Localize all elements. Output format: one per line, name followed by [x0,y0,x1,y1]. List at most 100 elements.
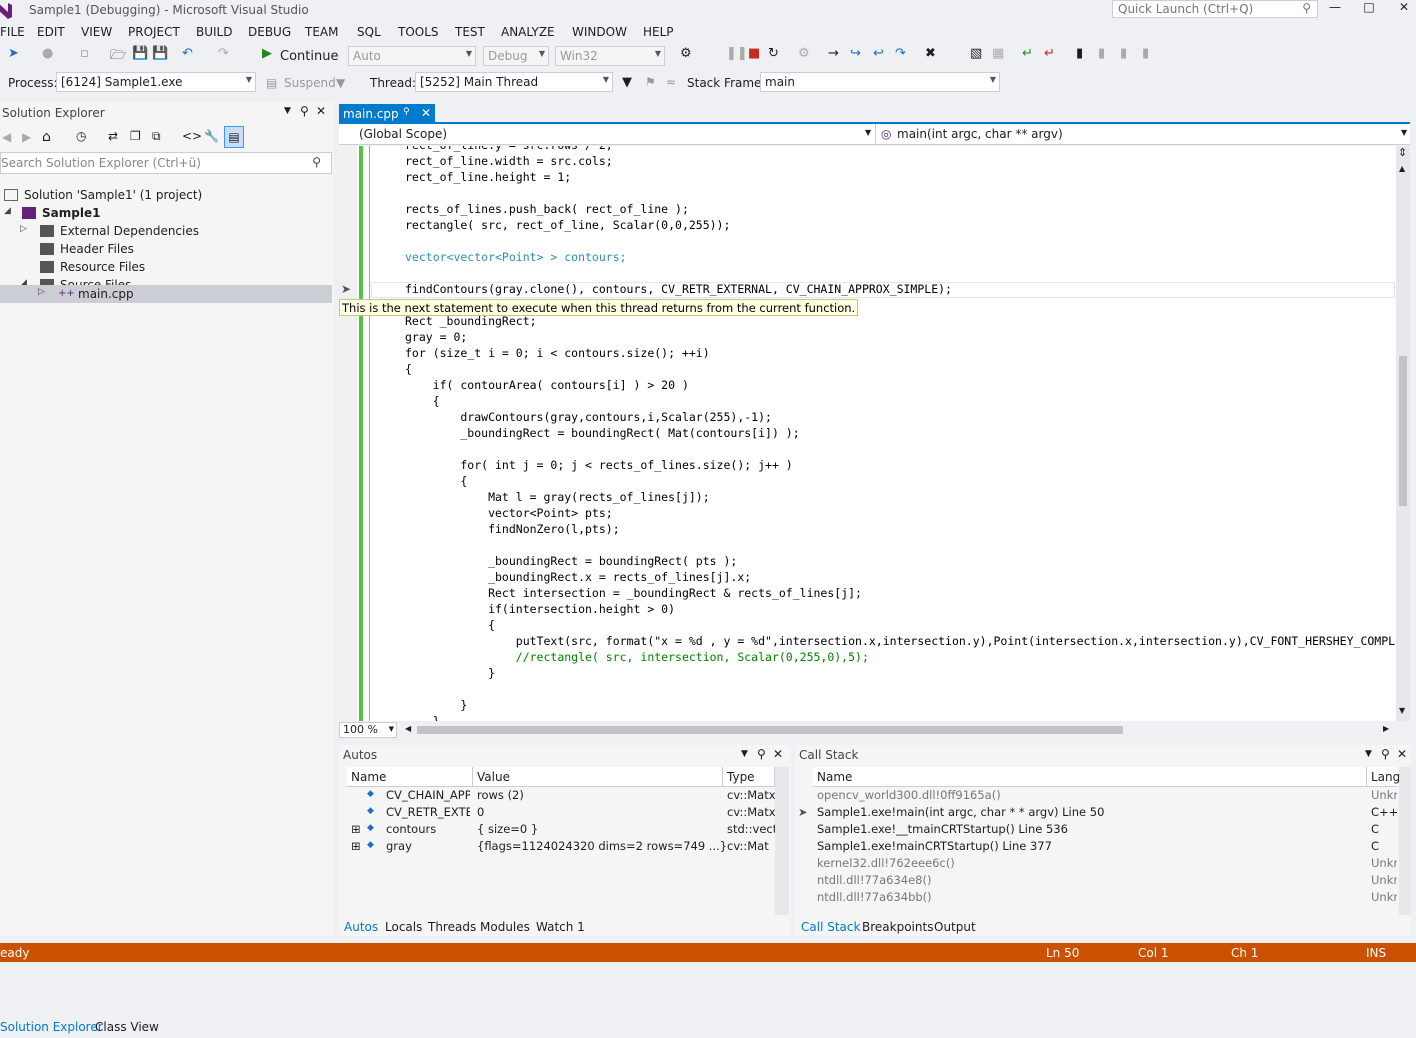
collapse-arrow-icon[interactable]: ◢ [4,206,11,216]
call-stack-row[interactable]: ➤ Sample1.exe!main(int argc, char * * arg… [795,804,1397,821]
close-icon[interactable]: ✕ [1397,747,1407,761]
scroll-thumb[interactable] [1399,356,1407,506]
save-icon[interactable]: 💾 [132,46,148,66]
show-next-statement-icon[interactable]: → [828,46,839,66]
back-icon[interactable]: ➤ [8,46,19,66]
menu-analyze[interactable]: ANALYZE [501,25,555,39]
code-editor[interactable]: ➤ rect_of_line.y = src.rows / 2; rect_of… [339,146,1396,721]
platform-select[interactable]: Win32 ▼ [555,46,665,66]
horizontal-scroll-thumb[interactable] [417,726,1123,734]
tab-watch-1[interactable]: Watch 1 [536,920,585,934]
scroll-left-icon[interactable]: ◀ [405,724,411,733]
split-icon[interactable]: ⇕ [1398,146,1407,159]
call-stack-row[interactable]: kernel32.dll!762eee6c() Unkr [795,855,1397,872]
tab-call-stack[interactable]: Call Stack [801,920,860,934]
close-icon[interactable]: ✕ [316,104,326,118]
copy-icon[interactable]: ⧉ [152,129,161,144]
column-type[interactable]: Type [723,767,775,787]
pin-icon[interactable]: ⚲ [403,107,410,117]
view-code-icon[interactable]: <> [182,129,202,143]
sync-icon[interactable]: ⇄ [108,129,118,143]
tab-breakpoints[interactable]: Breakpoints [862,920,933,934]
tree-item-header-files[interactable]: Header Files [0,240,332,258]
column-name[interactable]: Name [347,767,473,787]
tree-item-resource-files[interactable]: Resource Files [0,258,332,276]
attach-icon[interactable]: ⚙ [680,46,692,66]
next-bookmark-icon[interactable]: ▮ [1120,46,1127,66]
minimize-button[interactable]: — [1323,0,1347,16]
scroll-up-icon[interactable]: ▲ [1399,164,1405,173]
menu-window[interactable]: WINDOW [572,25,627,39]
pin-icon[interactable]: ⚲ [300,104,309,118]
step-out-icon[interactable]: ↷ [895,46,906,66]
maximize-button[interactable]: □ [1357,0,1381,16]
break-all-icon[interactable]: ❚❚ [726,46,748,66]
column-name[interactable]: Name [813,767,1367,787]
expand-arrow-icon[interactable]: ▷ [38,287,45,297]
filter-icon[interactable]: ▼ [622,75,632,90]
autos-row[interactable]: ⊞ ◆ contours { size=0 } std::vect [339,821,775,838]
open-file-icon[interactable]: 🗁 [110,46,126,66]
tab-main-cpp[interactable]: main.cpp ⚲ ✕ [339,104,435,123]
tab-modules[interactable]: Modules [480,920,530,934]
bookmark-icon[interactable]: ▮ [1076,46,1083,66]
menu-file[interactable]: FILE [0,25,25,39]
properties-icon[interactable]: 🔧 [204,129,219,143]
preview-icon[interactable]: ▤ [224,126,244,148]
menu-view[interactable]: VIEW [81,25,112,39]
restart-icon[interactable]: ↻ [768,46,779,66]
menu-sql[interactable]: SQL [357,25,381,39]
call-stack-row[interactable]: ntdll.dll!77a634e8() Unkr [795,872,1397,889]
clear-bookmarks-icon[interactable]: ▮ [1142,46,1149,66]
autos-row[interactable]: ◆ CV_CHAIN_APPI rows (2) cv::Matx [339,787,775,804]
stack-frame-select[interactable]: main ▼ [760,72,1000,92]
expand-arrow-icon[interactable]: ▷ [20,224,27,234]
solution-config-select[interactable]: Auto ▼ [348,46,476,66]
undo-icon[interactable]: ↶ [182,46,193,66]
expand-icon[interactable]: ⊞ [351,839,361,853]
menu-help[interactable]: HELP [643,25,674,39]
collapse-all-icon[interactable]: ❐ [130,129,141,143]
pin-icon[interactable]: ⚲ [757,747,766,761]
debug-config-select[interactable]: Debug ▼ [483,46,549,66]
tree-item-project[interactable]: ◢ Sample1 [0,204,332,222]
home-icon[interactable]: ⌂ [42,129,51,145]
call-stack-scrollbar[interactable] [1399,767,1411,915]
hex-display-icon[interactable]: ✖ [925,46,936,66]
tab-class-view[interactable]: Class View [95,1020,159,1034]
tab-output[interactable]: Output [934,920,976,934]
save-all-icon[interactable]: 💾 [152,46,168,66]
function-select[interactable]: main(int argc, char ** argv) [897,127,1063,141]
back-icon[interactable]: ◀ [2,130,11,144]
column-language[interactable]: Lang [1367,767,1400,787]
history-icon[interactable]: ◷ [76,129,86,143]
autos-row[interactable]: ⊞ ◆ gray {flags=1124024320 dims=2 rows=749 … [339,838,775,855]
menu-test[interactable]: TEST [455,25,485,39]
thread-select[interactable]: [5252] Main Thread ▼ [415,72,613,92]
close-icon[interactable]: ✕ [773,747,783,761]
redo-icon[interactable]: ↷ [218,46,229,66]
quick-launch-input[interactable]: Quick Launch (Ctrl+Q) ⚲ [1112,0,1318,18]
tree-item-external-dependencies[interactable]: ▷ External Dependencies [0,222,332,240]
scroll-down-icon[interactable]: ▼ [1399,706,1405,715]
new-project-icon[interactable]: ▫ [80,46,89,66]
autos-scrollbar[interactable] [775,767,789,915]
continue-play-icon[interactable]: ▶ [262,46,272,66]
tab-threads[interactable]: Threads [428,920,476,934]
call-stack-row[interactable]: Sample1.exe!__tmainCRTStartup() Line 536… [795,821,1397,838]
suspend-icon[interactable]: ▤ [266,76,277,90]
menu-team[interactable]: TEAM [305,25,338,39]
menu-edit[interactable]: EDIT [37,25,65,39]
forward-icon[interactable]: ● [42,46,53,66]
dropdown-icon[interactable]: ▼ [741,749,748,759]
continue-button[interactable]: Continue [280,49,338,69]
threads-icon[interactable]: ▧ [970,46,982,66]
uncomment-icon[interactable]: ↵ [1044,46,1055,66]
suspend-button[interactable]: Suspend [284,76,336,90]
tree-item-solution[interactable]: Solution 'Sample1' (1 project) [0,186,332,204]
glyph-margin[interactable] [339,146,357,721]
chevron-down-icon[interactable]: ▼ [1401,128,1407,137]
menu-project[interactable]: PROJECT [128,25,180,39]
thread-flag-icon[interactable]: ≈ [666,75,676,89]
editor-vertical-scrollbar[interactable]: ⇕ ▲ ▼ [1396,146,1410,721]
